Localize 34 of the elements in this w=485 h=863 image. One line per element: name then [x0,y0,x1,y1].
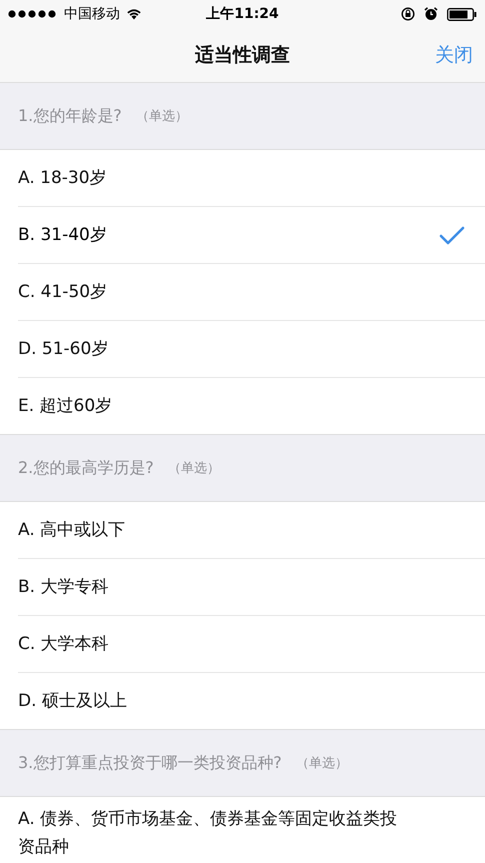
wifi-icon [126,8,142,20]
option-item[interactable]: A. 18-30岁 [18,150,485,207]
question-title: 2.您的最高学历是? [18,458,154,478]
option-label: E. 超过60岁 [18,395,112,418]
question-hint: （单选） [136,108,188,125]
option-label: B. 大学专科 [18,576,108,599]
question-hint: （单选） [168,460,220,477]
option-item[interactable]: B. 大学专科 [18,559,485,616]
carrier-name: 中国移动 [64,5,120,23]
option-label: D. 硕士及以上 [18,690,127,713]
option-item[interactable]: A. 高中或以下 [18,502,485,559]
option-label: C. 大学本科 [18,633,109,656]
option-label: A. 高中或以下 [18,519,126,542]
signal-icon [8,10,58,18]
checkmark-icon [439,226,465,244]
option-label: A. 债券、货币市场基金、债券基金等固定收益类投资品种 [18,808,398,859]
option-label: D. 51-60岁 [18,338,108,361]
option-item[interactable]: C. 41-50岁 [18,264,485,321]
status-time: 上午11:24 [206,5,279,23]
option-item[interactable]: D. 硕士及以上 [18,673,485,729]
alarm-icon [424,7,438,21]
option-label: B. 31-40岁 [18,224,107,247]
option-item[interactable]: E. 超过60岁 [18,378,485,434]
question-hint: （单选） [296,755,348,772]
page-title: 适当性调查 [195,43,290,68]
rotation-lock-icon [401,7,415,21]
question-title: 3.您打算重点投资于哪一类投资品种? [18,752,282,774]
option-label: C. 41-50岁 [18,281,108,304]
option-label: A. 18-30岁 [18,167,107,190]
battery-icon [447,8,477,20]
option-item[interactable]: D. 51-60岁 [18,321,485,378]
question-title: 1.您的年龄是? [18,106,122,126]
option-item[interactable]: B. 31-40岁 [18,207,485,264]
option-item[interactable]: C. 大学本科 [18,616,485,673]
